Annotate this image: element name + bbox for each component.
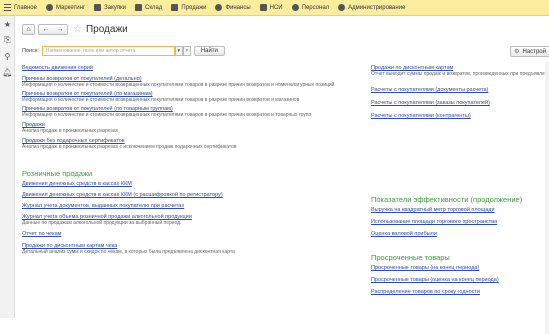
settings-button[interactable]: ⚙ Настрой — [510, 46, 549, 57]
menu-admin-label: Администрирование — [348, 5, 405, 11]
home-button[interactable]: ⌂ — [22, 24, 35, 35]
section-title-overdue: Просроченные товары — [371, 253, 547, 262]
search-placeholder: Наименование, поле или автор отчета — [46, 48, 136, 54]
report-desc: Информация о количестве и стоимости возв… — [22, 97, 362, 103]
menu-main-label: Главное — [14, 5, 37, 11]
report-link[interactable]: Расчеты с покупателями (документы расчет… — [371, 87, 547, 93]
star-icon[interactable]: ★ — [0, 16, 15, 32]
purchases-icon — [94, 4, 101, 11]
nav-row: ⌂ ←→ ☆ Продажи — [22, 24, 128, 35]
report-desc: Информация о количестве и стоимости возв… — [22, 82, 362, 88]
menu-nsi[interactable]: НСИ — [260, 4, 283, 11]
section-title-kpi: Показатели эффективности (продолжение) — [371, 195, 547, 204]
report-link[interactable]: Движения денежных средств в кассах ККМ (… — [22, 192, 362, 198]
dropdown-arrow-icon[interactable]: ▾ — [175, 46, 183, 56]
report-desc: Отчет выводит суммы продаж и возвратов, … — [371, 71, 547, 77]
admin-icon — [338, 4, 345, 11]
sales-icon — [171, 4, 178, 11]
back-forward-buttons[interactable]: ←→ — [38, 24, 68, 35]
menu-personnel[interactable]: Персонал — [292, 4, 330, 11]
right-column: Продажи по дисконтным картам Отчет вывод… — [371, 65, 547, 295]
report-desc: Анализ продаж в произвольных разрезах — [22, 128, 362, 134]
menu-finance[interactable]: Финансы — [215, 4, 250, 11]
report-link[interactable]: Расчеты с покупателями (контрагенты) — [371, 113, 547, 119]
section-title-retail: Розничные продажи — [22, 169, 362, 178]
search-icon[interactable]: ⚲ — [0, 48, 15, 64]
report-link[interactable]: Просроченные товары (оценка на конец пер… — [371, 277, 547, 283]
search-row: Поиск: Наименование, поле или автор отче… — [22, 46, 225, 56]
menu-main[interactable]: Главное — [4, 4, 37, 11]
menu-warehouse-label: Склад — [145, 5, 162, 11]
back-arrow-icon[interactable]: ← — [43, 26, 50, 33]
search-label: Поиск: — [22, 48, 39, 54]
bell-icon[interactable]: 🔔︎ — [0, 64, 15, 80]
report-link[interactable]: Ведомость движения серий — [22, 65, 362, 71]
report-link[interactable]: Отчет по чекам — [22, 231, 362, 237]
report-desc: Детальный анализ сумм и скидок по чекам,… — [22, 249, 362, 255]
nsi-icon — [260, 4, 267, 11]
top-menu-bar: Главное Маркетинг Закупки Склад Продажи … — [0, 0, 549, 16]
menu-icon — [4, 4, 11, 11]
left-column: Ведомость движения серий Причины возврат… — [22, 65, 362, 255]
left-toolbar: ★ ⎘ ⚲ 🔔︎ — [0, 16, 15, 318]
report-link[interactable]: Распределение товаров по сроку годности — [371, 289, 547, 295]
report-desc: Информация о количестве и стоимости возв… — [22, 112, 362, 118]
marketing-icon — [46, 4, 53, 11]
report-desc: Данные по продажам алкогольной продукции… — [22, 220, 362, 226]
menu-sales[interactable]: Продажи — [171, 4, 206, 11]
menu-purchases-label: Закупки — [104, 5, 126, 11]
favorite-star-icon[interactable]: ☆ — [73, 24, 82, 35]
menu-warehouse[interactable]: Склад — [135, 4, 162, 11]
menu-purchases[interactable]: Закупки — [94, 4, 126, 11]
report-link[interactable]: Движения денежных средств в кассах ККМ — [22, 181, 362, 187]
menu-admin[interactable]: Администрирование — [338, 4, 405, 11]
warehouse-icon — [135, 4, 142, 11]
finance-icon — [215, 4, 222, 11]
find-button[interactable]: Найти — [194, 46, 225, 56]
menu-personnel-label: Персонал — [302, 5, 330, 11]
scrollbar[interactable] — [545, 62, 549, 334]
report-link[interactable]: Оценка валовой прибыли — [371, 231, 547, 237]
report-desc: Анализ продаж в произвольных разрезах с … — [22, 144, 362, 150]
menu-marketing-label: Маркетинг — [56, 5, 85, 11]
report-link[interactable]: Расчеты с покупателями (заказы покупател… — [371, 100, 547, 106]
report-link[interactable]: Просроченные товары (на конец периода) — [371, 265, 547, 271]
gear-icon: ⚙ — [514, 48, 519, 55]
forward-arrow-icon[interactable]: → — [57, 26, 64, 33]
menu-marketing[interactable]: Маркетинг — [46, 4, 85, 11]
history-icon[interactable]: ⎘ — [0, 32, 15, 48]
settings-label: Настрой — [523, 49, 546, 55]
search-input[interactable]: Наименование, поле или автор отчета — [42, 46, 175, 56]
menu-sales-label: Продажи — [181, 5, 206, 11]
clear-icon[interactable]: × — [183, 46, 191, 56]
report-link[interactable]: Журнал учета документов, выданных покупа… — [22, 203, 362, 209]
main-content: ⌂ ←→ ☆ Продажи Поиск: Наименование, поле… — [16, 16, 549, 318]
home-icon: ⌂ — [26, 26, 30, 33]
menu-finance-label: Финансы — [225, 5, 250, 11]
menu-nsi-label: НСИ — [270, 5, 283, 11]
report-link[interactable]: Использование площади торгового простран… — [371, 219, 547, 225]
page-title: Продажи — [86, 24, 128, 35]
personnel-icon — [292, 4, 299, 11]
report-link[interactable]: Выручка на квадратный метр торговой площ… — [371, 207, 547, 213]
